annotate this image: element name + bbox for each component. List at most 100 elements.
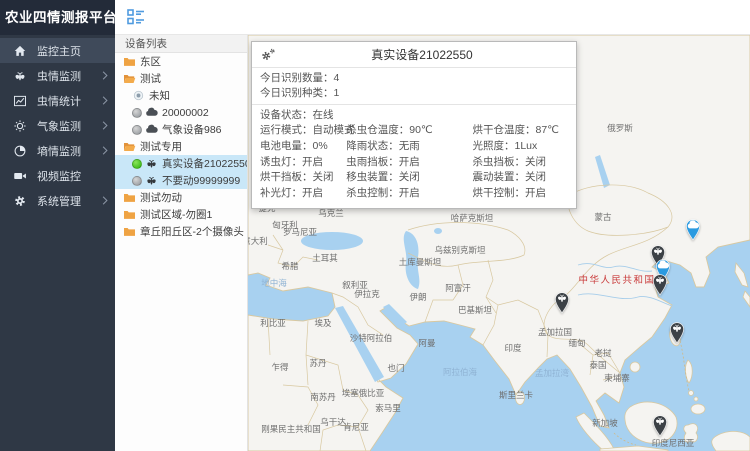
telemetry-cell: 震动装置：关闭 <box>473 170 568 186</box>
status-dot-offline <box>132 108 142 118</box>
folder-label: 测试 <box>140 71 161 86</box>
telemetry-cell: 杀虫控制：开启 <box>346 186 472 202</box>
weather-icon <box>13 119 27 133</box>
chevron-right-icon <box>102 70 108 81</box>
status-dot-online <box>132 159 142 169</box>
cloud-icon <box>145 106 158 119</box>
sidebar-item-7[interactable]: 系统管理 <box>0 188 115 213</box>
chevron-right-icon <box>102 120 108 131</box>
popup-title: 真实设备21022550 <box>276 46 568 63</box>
app-title: 农业四情测报平台 <box>0 0 115 35</box>
popup-grid-row: 运行模式：自动模式杀虫仓温度：90℃烘干仓温度：87℃ <box>260 123 568 139</box>
device-row[interactable]: 20000002 <box>115 104 247 121</box>
sidebar-item-label: 监控主页 <box>37 43 115 59</box>
device-row[interactable]: 气象设备986 <box>115 121 247 138</box>
tree-toggle-icon[interactable] <box>127 9 145 25</box>
telemetry-cell: 电池电量：0% <box>260 139 346 155</box>
device-info-popup: 真实设备21022550 今日识别数量：4今日识别种类：1 设备状态：在线 运行… <box>251 41 577 209</box>
chart-icon <box>13 94 27 108</box>
folder-label: 测试勿动 <box>140 190 182 205</box>
sidebar-item-4[interactable]: 气象监测 <box>0 113 115 138</box>
folder-label: 东区 <box>140 54 161 69</box>
device-row[interactable]: 不要动99999999 <box>115 172 247 189</box>
insect-icon <box>145 157 158 170</box>
device-list-header: 设备列表 <box>115 35 247 53</box>
sidebar-item-2[interactable]: 虫情监测 <box>0 63 115 88</box>
folder-closed-icon <box>123 56 136 67</box>
device-label: 20000002 <box>162 107 209 119</box>
home-icon <box>13 44 27 58</box>
gears-icon[interactable] <box>260 47 276 62</box>
telemetry-cell: 杀虫仓温度：90℃ <box>346 123 472 139</box>
chevron-right-icon <box>102 95 108 106</box>
popup-summary-line: 今日识别种类：1 <box>260 86 568 101</box>
map-marker-insect[interactable] <box>553 290 571 314</box>
tree-folder-closed[interactable]: 章丘阳丘区-2个摄像头 <box>115 223 247 240</box>
telemetry-cell: 运行模式：自动模式 <box>260 123 346 139</box>
popup-grid-row: 诱虫灯：开启虫雨挡板：开启杀虫挡板：关闭 <box>260 155 568 171</box>
chevron-right-icon <box>102 195 108 206</box>
telemetry-cell: 虫雨挡板：开启 <box>346 155 472 171</box>
radio-icon <box>132 89 145 102</box>
gear-icon <box>13 194 27 208</box>
popup-telemetry-grid: 运行模式：自动模式杀虫仓温度：90℃烘干仓温度：87℃电池电量：0%降雨状态：无… <box>260 123 568 202</box>
folder-open-icon <box>123 73 136 84</box>
map-marker-insect[interactable] <box>651 413 669 437</box>
telemetry-cell: 补光灯：开启 <box>260 186 346 202</box>
telemetry-cell: 降雨状态：无雨 <box>346 139 472 155</box>
chevron-right-icon <box>102 145 108 156</box>
popup-grid-row: 烘干挡板：关闭移虫装置：关闭震动装置：关闭 <box>260 170 568 186</box>
device-tree: 东区测试未知 20000002 气象设备986 测试专用真实设备21022550 不要动… <box>115 53 247 240</box>
tree-folder-closed[interactable]: 东区 <box>115 53 247 70</box>
sidebar: 农业四情测报平台 监控主页虫情监测虫情统计气象监测墒情监测视频监控系统管理 <box>0 0 115 451</box>
device-label: 真实设备21022550 <box>162 156 247 171</box>
app-window: 农业四情测报平台 监控主页虫情监测虫情统计气象监测墒情监测视频监控系统管理 设备… <box>0 0 750 451</box>
map-marker-insect[interactable] <box>651 272 669 296</box>
map-canvas[interactable]: 俄罗斯蒙古哈萨克斯坦捷克乌克兰匈牙利罗马尼亚意大利土耳其希腊地中海叙利亚伊拉克伊… <box>248 35 750 451</box>
folder-label: 章丘阳丘区-2个摄像头 <box>140 224 244 239</box>
folder-closed-icon <box>123 226 136 237</box>
sidebar-menu: 监控主页虫情监测虫情统计气象监测墒情监测视频监控系统管理 <box>0 35 115 213</box>
folder-label: 测试专用 <box>140 139 182 154</box>
device-status-line: 设备状态：在线 <box>260 108 568 123</box>
device-row[interactable]: 未知 <box>115 87 247 104</box>
popup-summary-line: 今日识别数量：4 <box>260 71 568 86</box>
folder-closed-icon <box>123 192 136 203</box>
folder-open-icon <box>123 141 136 152</box>
device-list-panel: 设备列表 东区测试未知 20000002 气象设备986 测试专用真实设备210225… <box>115 35 248 451</box>
telemetry-cell: 烘干控制：开启 <box>473 186 568 202</box>
video-icon <box>13 169 27 183</box>
map-marker-weather[interactable] <box>684 217 702 241</box>
sidebar-item-6[interactable]: 视频监控 <box>0 163 115 188</box>
telemetry-cell: 烘干仓温度：87℃ <box>473 123 568 139</box>
sidebar-item-3[interactable]: 虫情统计 <box>0 88 115 113</box>
device-label: 未知 <box>149 88 170 103</box>
sidebar-item-1[interactable]: 监控主页 <box>0 38 115 63</box>
popup-grid-row: 电池电量：0%降雨状态：无雨光照度：1Lux <box>260 139 568 155</box>
device-row[interactable]: 真实设备21022550 <box>115 155 247 172</box>
popup-summary: 今日识别数量：4今日识别种类：1 <box>252 68 576 105</box>
folder-label: 测试区域-勿圈1 <box>140 207 212 222</box>
folder-closed-icon <box>123 209 136 220</box>
tree-folder-closed[interactable]: 测试区域-勿圈1 <box>115 206 247 223</box>
cloud-icon <box>145 123 158 136</box>
tree-folder-open[interactable]: 测试专用 <box>115 138 247 155</box>
insect-icon <box>13 69 27 83</box>
status-dot-offline <box>132 125 142 135</box>
map-marker-insect[interactable] <box>668 320 686 344</box>
insect-icon <box>145 174 158 187</box>
device-label: 不要动99999999 <box>162 173 240 188</box>
telemetry-cell: 光照度：1Lux <box>473 139 568 155</box>
telemetry-cell: 杀虫挡板：关闭 <box>473 155 568 171</box>
soil-icon <box>13 144 27 158</box>
topbar <box>115 0 750 35</box>
sidebar-item-5[interactable]: 墒情监测 <box>0 138 115 163</box>
telemetry-cell: 诱虫灯：开启 <box>260 155 346 171</box>
status-dot-offline <box>132 176 142 186</box>
telemetry-cell: 烘干挡板：关闭 <box>260 170 346 186</box>
popup-grid-row: 补光灯：开启杀虫控制：开启烘干控制：开启 <box>260 186 568 202</box>
tree-folder-open[interactable]: 测试 <box>115 70 247 87</box>
sidebar-item-label: 视频监控 <box>37 168 115 184</box>
device-label: 气象设备986 <box>162 122 222 137</box>
tree-folder-closed[interactable]: 测试勿动 <box>115 189 247 206</box>
